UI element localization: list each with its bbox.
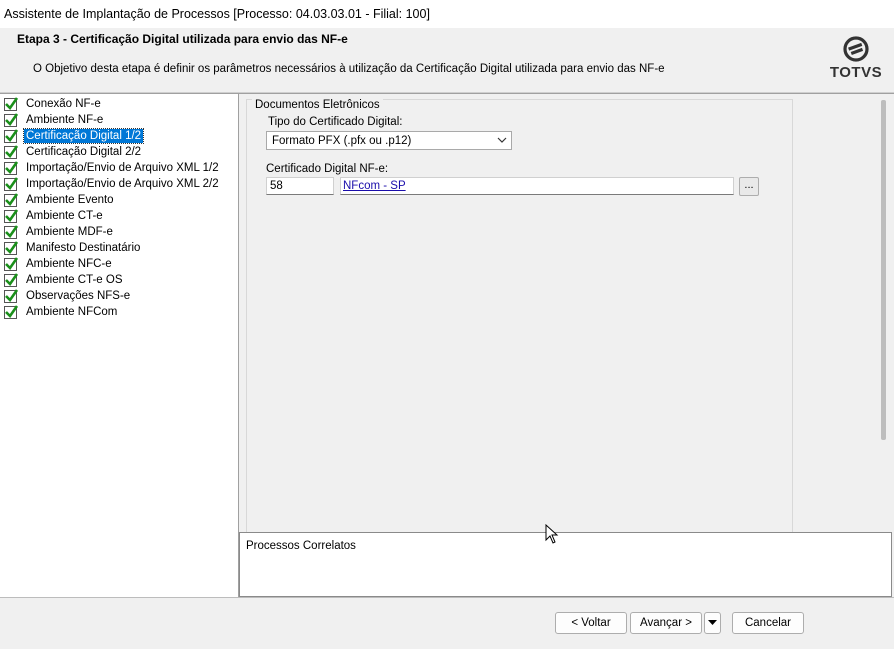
tree-item-label: Observações NFS-e — [26, 290, 131, 302]
checkmark-icon — [4, 128, 19, 143]
wizard-header: Etapa 3 - Certificação Digital utilizada… — [0, 28, 894, 93]
tree-item-label: Ambiente CT-e — [26, 210, 103, 222]
tree-item[interactable]: Observações NFS-e — [4, 288, 132, 304]
stage-title: Etapa 3 - Certificação Digital utilizada… — [17, 32, 348, 46]
next-button-label: Avançar > — [640, 617, 692, 629]
cert-code-value: 58 — [270, 180, 283, 192]
tree-item-label: Ambiente NF-e — [26, 114, 104, 126]
tree-item-label: Importação/Envio de Arquivo XML 1/2 — [26, 162, 219, 174]
checkmark-icon — [4, 144, 19, 159]
checkmark-icon — [4, 304, 19, 319]
cert-label: Certificado Digital NF-e: — [266, 163, 389, 175]
browse-button[interactable]: ... — [739, 177, 759, 196]
back-button-label: < Voltar — [571, 617, 611, 629]
tree-item[interactable]: Certificação Digital 2/2 — [4, 144, 143, 160]
stage-description: O Objetivo desta etapa é definir os parâ… — [33, 63, 665, 75]
totvs-logo: TOTVS — [828, 36, 884, 86]
back-button[interactable]: < Voltar — [555, 612, 627, 634]
chevron-down-icon — [497, 137, 507, 143]
cert-link[interactable]: NFcom - SP — [343, 180, 406, 192]
checkmark-icon — [4, 192, 19, 207]
next-dropdown-button[interactable] — [704, 612, 721, 634]
cert-type-select[interactable]: Formato PFX (.pfx ou .p12) — [266, 131, 512, 150]
cancel-button-label: Cancelar — [744, 617, 792, 629]
tree-item-label: Ambiente MDF-e — [26, 226, 113, 238]
tree-item-label: Manifesto Destinatário — [26, 242, 141, 254]
mouse-cursor-icon — [545, 524, 559, 544]
cert-type-value: Formato PFX (.pfx ou .p12) — [272, 135, 412, 147]
related-processes-panel: Processos Correlatos — [239, 532, 892, 597]
tree-item[interactable]: Ambiente NF-e — [4, 112, 105, 128]
cert-description-field[interactable]: NFcom - SP — [340, 177, 734, 195]
checkmark-icon — [4, 224, 19, 239]
checkmark-icon — [4, 272, 19, 287]
checkmark-icon — [4, 288, 19, 303]
tree-item[interactable]: Ambiente MDF-e — [4, 224, 115, 240]
title-bar: Assistente de Implantação de Processos [… — [0, 0, 894, 28]
steps-tree[interactable]: Conexão NF-e Ambiente NF-e Certificação Di… — [0, 93, 239, 598]
checkmark-icon — [4, 208, 19, 223]
tree-item-label: Ambiente CT-e OS — [26, 274, 123, 286]
cert-type-label: Tipo do Certificado Digital: — [268, 116, 403, 128]
tree-item[interactable]: Ambiente NFCom — [4, 304, 119, 320]
tree-item-label: Conexão NF-e — [26, 98, 101, 110]
tree-item[interactable]: Ambiente CT-e — [4, 208, 105, 224]
checkmark-icon — [4, 160, 19, 175]
caret-down-icon — [708, 620, 717, 625]
tree-item[interactable]: Ambiente NFC-e — [4, 256, 114, 272]
cancel-button[interactable]: Cancelar — [732, 612, 804, 634]
tree-item[interactable]: Ambiente Evento — [4, 192, 116, 208]
totvs-logo-icon — [843, 36, 869, 62]
vertical-scrollbar[interactable] — [881, 100, 886, 440]
tree-item[interactable]: Conexão NF-e — [4, 96, 103, 112]
tree-item-label: Ambiente NFC-e — [26, 258, 112, 270]
tree-item-label: Ambiente NFCom — [26, 306, 118, 318]
checkmark-icon — [4, 256, 19, 271]
logo-text: TOTVS — [829, 64, 883, 81]
next-button[interactable]: Avançar > — [630, 612, 702, 634]
footer-bar: < Voltar Avançar > Cancelar — [0, 597, 894, 649]
related-processes-title: Processos Correlatos — [246, 540, 356, 552]
tree-item[interactable]: Importação/Envio de Arquivo XML 2/2 — [4, 176, 221, 192]
tree-item[interactable]: Certificação Digital 1/2 — [4, 128, 145, 144]
tree-item[interactable]: Manifesto Destinatário — [4, 240, 142, 256]
window-title: Assistente de Implantação de Processos [… — [4, 7, 430, 21]
tree-item-label: Certificação Digital 2/2 — [26, 146, 142, 158]
tree-item-label: Ambiente Evento — [26, 194, 114, 206]
checkmark-icon — [4, 240, 19, 255]
checkmark-icon — [4, 176, 19, 191]
tree-item-label: Certificação Digital 1/2 — [22, 128, 145, 144]
tree-item-label: Importação/Envio de Arquivo XML 2/2 — [26, 178, 219, 190]
group-legend: Documentos Eletrônicos — [252, 99, 383, 111]
tree-item[interactable]: Importação/Envio de Arquivo XML 1/2 — [4, 160, 221, 176]
checkmark-icon — [4, 96, 19, 111]
checkmark-icon — [4, 112, 19, 127]
cert-code-field[interactable]: 58 — [266, 177, 334, 195]
tree-item[interactable]: Ambiente CT-e OS — [4, 272, 125, 288]
